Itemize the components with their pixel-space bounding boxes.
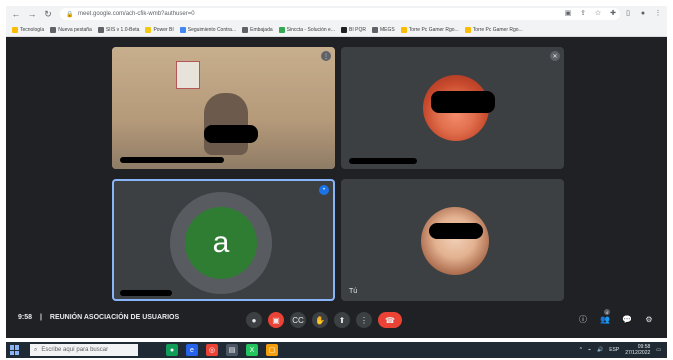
sidebar-icon[interactable]: ▯ — [623, 8, 633, 18]
participant-tile-self[interactable]: Tú — [341, 179, 564, 301]
menu-icon[interactable]: ⋮ — [653, 8, 663, 18]
url-text: meet.google.com/ach-cfik-wmb?authuser=0 — [78, 11, 195, 17]
tray-chevron-icon[interactable]: ^ — [580, 347, 582, 353]
leave-call-button[interactable]: ☎ — [378, 312, 402, 328]
meeting-title: REUNIÓN ASOCIACIÓN DE USUARIOS — [49, 314, 180, 321]
participants-count-badge: 4 — [604, 309, 610, 315]
reload-icon[interactable]: ↻ — [42, 8, 54, 20]
search-placeholder: Escribe aquí para buscar — [41, 347, 109, 353]
document-icon — [179, 27, 186, 33]
extensions-icon[interactable]: ✚ — [608, 8, 618, 18]
self-label: Tú — [349, 288, 358, 295]
clock[interactable]: 09:58 27/12/2022 — [625, 344, 650, 356]
language-indicator[interactable]: ESP — [609, 347, 619, 353]
captions-button[interactable]: CC — [290, 312, 306, 328]
bookmarks-bar: Tecnología Nueva pestaña SIIS v 1.0-Beta… — [6, 24, 667, 36]
meeting-separator: | — [39, 314, 42, 321]
camera-permission-icon[interactable]: ▣ — [563, 8, 573, 18]
edge-icon[interactable]: e — [186, 344, 198, 356]
participant-tile[interactable]: ⋮ — [112, 47, 335, 169]
participant-tile-speaking[interactable]: a • — [112, 179, 335, 301]
taskbar-apps: ● e ◎ ▤ X ▢ — [166, 344, 278, 356]
bookmark-item[interactable]: Power BI — [145, 27, 174, 33]
bookmark-star-icon[interactable]: ☆ — [593, 8, 603, 18]
participant-name-redacted — [120, 290, 172, 296]
power-bi-icon — [145, 27, 152, 33]
chat-icon[interactable]: 💬 — [621, 313, 633, 325]
folder-icon[interactable]: ▢ — [266, 344, 278, 356]
network-icon[interactable]: ⌁ — [588, 347, 591, 353]
participant-photo — [421, 207, 489, 275]
profile-avatar[interactable]: ● — [638, 8, 648, 18]
chart-icon — [341, 27, 347, 33]
volume-icon[interactable]: 🔊 — [597, 347, 603, 353]
speaking-indicator-icon: • — [319, 185, 329, 195]
browser-nav-row: ← → ↻ 🔒 meet.google.com/ach-cfik-wmb?aut… — [6, 6, 667, 22]
more-options-icon[interactable]: ⋮ — [321, 51, 331, 61]
chrome-icon[interactable]: ◎ — [206, 344, 218, 356]
activities-icon[interactable]: ⚙ — [643, 313, 655, 325]
site-icon — [278, 27, 285, 33]
redaction-bar — [429, 223, 483, 239]
avatar-ring: a — [170, 192, 272, 294]
participant-video — [204, 93, 248, 155]
folder-icon — [12, 27, 18, 33]
store-icon — [400, 27, 407, 33]
camera-off-button[interactable]: ▣ — [268, 312, 284, 328]
browser-chrome: ← → ↻ 🔒 meet.google.com/ach-cfik-wmb?aut… — [6, 6, 667, 37]
notifications-icon[interactable]: ▭ — [656, 347, 661, 353]
globe-icon — [97, 27, 104, 33]
windows-start-icon[interactable] — [10, 345, 20, 355]
browser-right-icons: ▣ ⇪ ☆ ✚ ▯ ● ⋮ — [563, 8, 663, 18]
present-button[interactable]: ⬆ — [334, 312, 350, 328]
meeting-info: 9:58 | REUNIÓN ASOCIACIÓN DE USUARIOS — [18, 314, 179, 321]
file-explorer-icon[interactable]: ▤ — [226, 344, 238, 356]
raise-hand-button[interactable]: ✋ — [312, 312, 328, 328]
globe-icon — [371, 27, 378, 33]
bookmark-item[interactable]: BI PQR — [341, 27, 366, 33]
redaction-bar — [431, 91, 495, 113]
windows-taskbar: ⌕ Escribe aquí para buscar ● e ◎ ▤ X ▢ ^… — [6, 342, 667, 358]
participant-name-redacted — [349, 158, 417, 164]
search-icon: ⌕ — [34, 346, 38, 353]
globe-icon — [50, 27, 57, 33]
participant-tile[interactable]: ✕ — [341, 47, 564, 169]
redaction-bar — [204, 125, 258, 143]
info-icon[interactable]: ⓘ — [577, 313, 589, 325]
avatar: a — [185, 207, 257, 279]
call-controls: ● ▣ CC ✋ ⬆ ⋮ ☎ — [246, 312, 402, 328]
excel-icon[interactable]: X — [246, 344, 258, 356]
mic-toggle-button[interactable]: ● — [246, 312, 262, 328]
bookmark-item[interactable]: SIIS v 1.0-Beta — [97, 27, 139, 33]
date: 27/12/2022 — [625, 350, 651, 356]
back-icon[interactable]: ← — [10, 8, 22, 20]
bookmark-item[interactable]: Nueva pestaña — [50, 27, 92, 33]
forward-icon[interactable]: → — [26, 8, 38, 20]
more-options-button[interactable]: ⋮ — [356, 312, 372, 328]
side-panel-controls: ⓘ 👥 💬 ⚙ — [577, 313, 655, 325]
meeting-controls-bar: 9:58 | REUNIÓN ASOCIACIÓN DE USUARIOS ● … — [6, 306, 667, 334]
bookmark-item[interactable]: Torre Pc Gamer Rgo... — [400, 27, 459, 33]
meet-stage: ⋮ ✕ a • Tú — [6, 37, 667, 338]
store-icon — [464, 27, 471, 33]
mic-off-icon: ✕ — [550, 51, 560, 61]
lock-icon: 🔒 — [66, 11, 74, 18]
bookmark-item[interactable]: Torre Pc Gamer Rgo... — [464, 27, 523, 33]
share-icon[interactable]: ⇪ — [578, 8, 588, 18]
bookmark-item[interactable]: Sinccta - Solución e... — [278, 27, 335, 33]
bookmark-item[interactable]: Tecnología — [12, 27, 44, 33]
address-bar[interactable]: 🔒 meet.google.com/ach-cfik-wmb?authuser=… — [60, 8, 620, 20]
wall-calendar — [176, 61, 200, 89]
meeting-time: 9:58 — [18, 314, 33, 321]
bookmark-item[interactable]: Seguimiento Contra... — [179, 27, 236, 33]
globe-icon — [242, 27, 249, 33]
bookmark-item[interactable]: MEGS — [371, 27, 395, 33]
app-icon[interactable]: ● — [166, 344, 178, 356]
bookmark-item[interactable]: Embajada — [242, 27, 273, 33]
participant-name-redacted — [120, 157, 224, 163]
taskbar-search[interactable]: ⌕ Escribe aquí para buscar — [30, 344, 138, 356]
system-tray: ^ ⌁ 🔊 ESP 09:58 27/12/2022 ▭ — [580, 344, 661, 356]
